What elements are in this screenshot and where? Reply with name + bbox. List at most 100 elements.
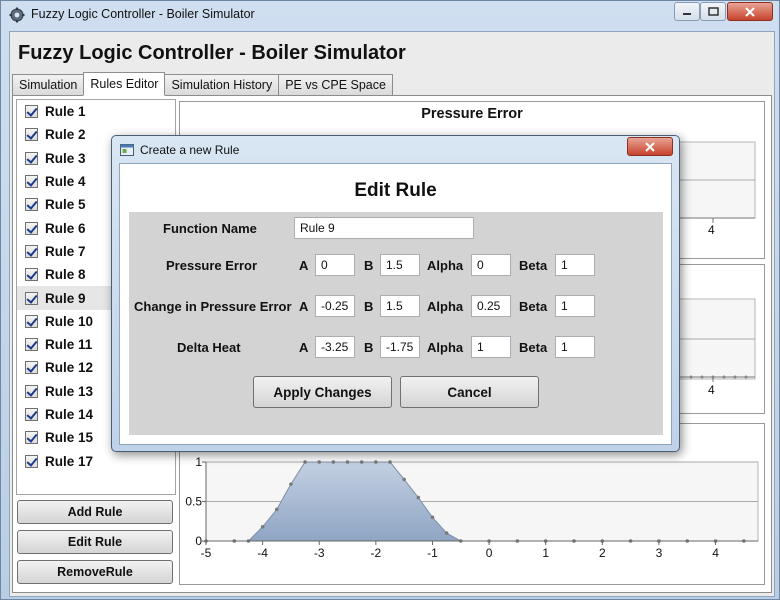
y-tick-label: 0.5 [185,495,202,509]
tab-rules-editor[interactable]: Rules Editor [83,72,166,96]
rule-checkbox[interactable] [25,361,38,375]
rule-label: Rule 1 [45,104,86,120]
create-rule-dialog: Create a new Rule Edit Rule Function Nam… [111,135,680,452]
dh-beta-field[interactable]: 1 [555,336,595,358]
rule-label: Rule 5 [45,197,86,213]
data-point [402,477,406,482]
pe-b-field[interactable]: 1.5 [380,254,420,276]
x-tick-label: -4 [257,546,268,560]
data-point [331,460,336,464]
cpe-a-label: A [299,299,309,314]
rule-checkbox[interactable] [25,431,38,445]
dh-b-field[interactable]: -1.75 [380,336,420,358]
pe-a-field[interactable]: 0 [315,254,355,276]
rule-checkbox[interactable] [25,105,38,119]
cancel-button[interactable]: Cancel [400,376,539,408]
dh-a-field[interactable]: -3.25 [315,336,355,358]
x-tick-label: 1 [542,546,549,560]
data-point [317,460,322,464]
maximize-button[interactable] [700,2,726,21]
cpe-beta-field[interactable]: 1 [555,295,595,317]
pe-beta-label: Beta [519,258,548,273]
data-point [289,482,293,486]
data-point [274,507,279,512]
x-tick-label: 3 [656,546,663,560]
rule-checkbox[interactable] [25,198,38,212]
y-tick-label: 1 [195,455,202,469]
close-icon [645,141,655,152]
rule-checkbox[interactable] [25,268,38,282]
change-in-pressure-error-label: Change in Pressure Error [134,299,292,314]
cpe-alpha-label: Alpha [427,299,464,314]
rule-checkbox[interactable] [25,221,38,235]
rule-label: Rule 2 [45,127,86,143]
rule-label: Rule 9 [45,290,86,306]
rule-list-item[interactable]: Rule 17 [17,449,175,472]
tab-pe-vs-cpe-space[interactable]: PE vs CPE Space [278,74,393,96]
data-point [359,460,364,464]
data-point [444,531,449,535]
rule-checkbox[interactable] [25,384,38,398]
dh-a-label: A [299,340,309,355]
app-header: Fuzzy Logic Controller - Boiler Simulato… [18,42,406,64]
pressure-error-tick-label: 4 [708,223,715,237]
cpe-alpha-field[interactable]: 0.25 [471,295,511,317]
tab-simulation-history[interactable]: Simulation History [164,74,280,96]
dialog-body: Edit Rule Function Name Rule 9 Pressure … [119,163,672,445]
rule-checkbox[interactable] [25,175,38,189]
cpe-beta-label: Beta [519,299,548,314]
rule-label: Rule 12 [45,360,94,376]
rule-checkbox[interactable] [25,291,38,305]
minimize-button[interactable] [674,2,700,21]
rule-label: Rule 7 [45,243,86,259]
rule-checkbox[interactable] [25,338,38,352]
rule-form: Function Name Rule 9 Pressure Error A 0 … [129,212,663,435]
rule-checkbox[interactable] [25,314,38,328]
rule-checkbox[interactable] [25,454,38,468]
cpe-b-label: B [364,299,374,314]
rule-list-item[interactable]: Rule 1 [17,100,175,123]
tab-simulation[interactable]: Simulation [12,74,85,96]
rule-label: Rule 11 [45,337,93,353]
pe-b-label: B [364,258,374,273]
rule-checkbox[interactable] [25,244,38,258]
dh-alpha-field[interactable]: 1 [471,336,511,358]
pressure-error-label: Pressure Error [166,258,258,273]
delta-heat-label: Delta Heat [177,340,241,355]
data-point [388,460,392,464]
close-icon [745,6,755,17]
remove-rule-button[interactable]: RemoveRule [17,560,173,584]
edit-rule-button[interactable]: Edit Rule [17,530,173,554]
rule-label: Rule 3 [45,150,86,166]
apply-changes-button[interactable]: Apply Changes [253,376,392,408]
pe-a-label: A [299,258,309,273]
x-tick-label: -1 [427,546,438,560]
window-title: Fuzzy Logic Controller - Boiler Simulato… [31,7,255,21]
data-point [345,460,350,464]
close-button[interactable] [727,2,773,21]
cpe-b-field[interactable]: 1.5 [380,295,420,317]
dialog-close-button[interactable] [627,137,673,156]
cpe-a-field[interactable]: -0.25 [315,295,355,317]
pe-alpha-field[interactable]: 0 [471,254,511,276]
pe-beta-field[interactable]: 1 [555,254,595,276]
rule-checkbox[interactable] [25,128,38,142]
data-point [374,460,378,464]
rule-checkbox[interactable] [25,408,38,421]
x-tick-label: 0 [486,546,493,560]
dh-b-label: B [364,340,374,355]
dialog-window-title: Create a new Rule [140,143,240,157]
data-point [260,524,265,529]
data-point [303,460,307,464]
gear-icon [9,7,25,23]
add-rule-button[interactable]: Add Rule [17,500,173,524]
title-bar[interactable]: Fuzzy Logic Controller - Boiler Simulato… [1,1,780,29]
rule-label: Rule 14 [45,407,94,422]
function-name-field[interactable]: Rule 9 [294,217,474,239]
x-tick-label: -3 [314,546,325,560]
dh-beta-label: Beta [519,340,548,355]
rule-checkbox[interactable] [25,151,38,165]
edit-rule-heading: Edit Rule [354,180,437,201]
function-name-label: Function Name [163,221,257,236]
data-point [430,515,435,520]
